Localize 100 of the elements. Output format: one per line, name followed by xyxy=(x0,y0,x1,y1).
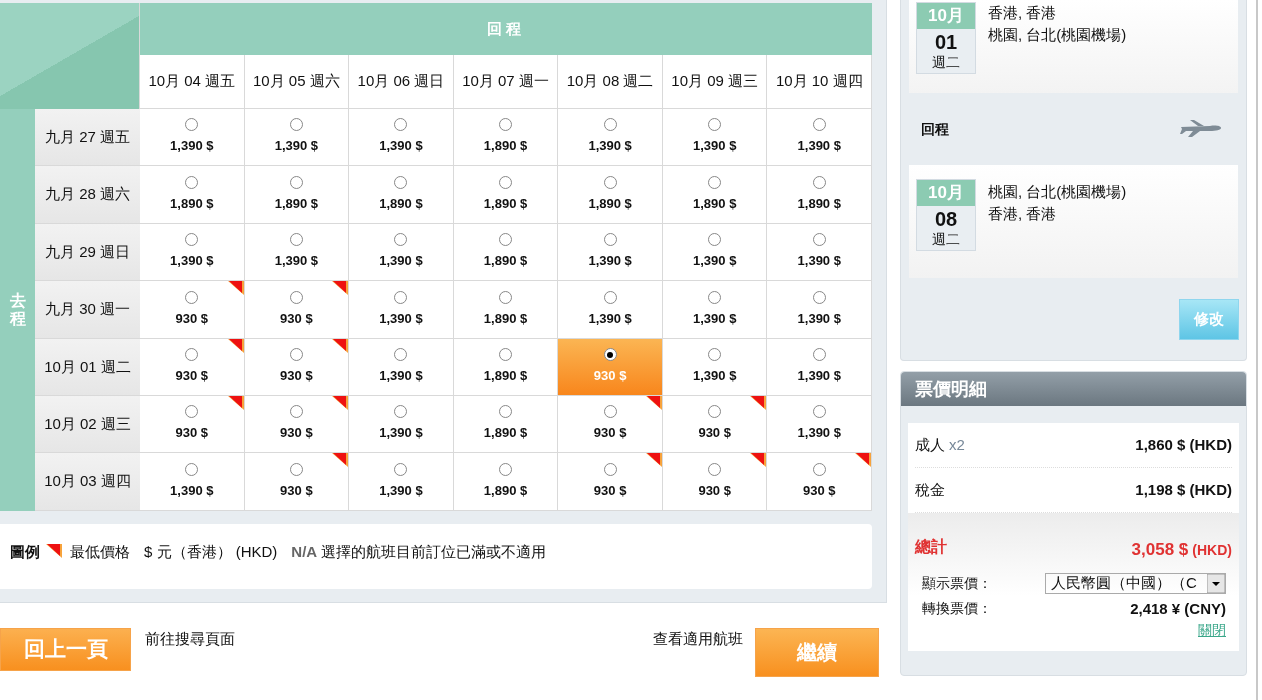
radio-button[interactable] xyxy=(185,290,199,304)
currency-select[interactable]: 人民幣圓（中國）（C xyxy=(1045,572,1226,594)
radio-button[interactable] xyxy=(812,233,826,247)
fare-cell[interactable]: 1,390 $ xyxy=(349,395,454,454)
radio-button[interactable] xyxy=(394,462,408,476)
radio-button[interactable] xyxy=(394,348,408,361)
fare-cell[interactable]: 1,390 $ xyxy=(767,223,873,282)
radio-button[interactable] xyxy=(185,462,199,476)
fare-cell[interactable]: 1,390 $ xyxy=(349,453,454,511)
radio-button[interactable] xyxy=(708,405,722,419)
fare-cell[interactable]: 1,390 $ xyxy=(662,338,768,396)
radio-button[interactable] xyxy=(812,290,826,304)
radio-button[interactable] xyxy=(708,118,722,132)
fare-cell[interactable]: 1,390 $ xyxy=(662,281,768,339)
fare-cell[interactable]: 930 $ xyxy=(244,453,350,511)
radio-button[interactable] xyxy=(289,462,303,476)
radio-button[interactable] xyxy=(812,462,826,476)
fare-cell[interactable]: 1,390 $ xyxy=(558,109,663,167)
fare-cell[interactable]: 1,890 $ xyxy=(767,166,873,224)
radio-button[interactable] xyxy=(708,233,722,247)
radio-button[interactable] xyxy=(499,233,512,247)
radio-button[interactable] xyxy=(603,118,617,132)
radio-button[interactable] xyxy=(708,175,722,189)
radio-button[interactable] xyxy=(812,118,826,132)
fare-cell[interactable]: 930 $ xyxy=(244,395,350,454)
radio-button[interactable] xyxy=(812,405,826,419)
fare-cell[interactable]: 1,390 $ xyxy=(349,109,454,167)
radio-button[interactable] xyxy=(603,233,617,247)
fare-cell[interactable]: 1,390 $ xyxy=(349,223,454,282)
fare-cell[interactable]: 1,390 $ xyxy=(767,395,873,454)
fare-cell[interactable]: 1,390 $ xyxy=(349,338,454,396)
radio-button[interactable] xyxy=(185,118,199,132)
fare-cell[interactable]: 1,890 $ xyxy=(453,281,559,339)
fare-cell[interactable]: 930 $ xyxy=(662,395,768,454)
radio-button[interactable] xyxy=(394,405,408,419)
fare-cell[interactable]: 930 $ xyxy=(244,338,350,396)
fare-cell[interactable]: 930 $ xyxy=(140,281,245,339)
fare-cell[interactable]: 1,390 $ xyxy=(558,281,663,339)
radio-button[interactable] xyxy=(499,290,512,304)
fare-cell[interactable]: 930 $ xyxy=(767,453,873,511)
radio-button[interactable] xyxy=(499,405,512,419)
radio-button[interactable] xyxy=(394,175,408,189)
radio-button[interactable] xyxy=(708,462,722,476)
fare-cell[interactable]: 1,390 $ xyxy=(244,109,350,167)
radio-button[interactable] xyxy=(603,462,617,476)
fare-cell[interactable]: 930 $ xyxy=(558,395,663,454)
radio-button[interactable] xyxy=(289,233,303,247)
fare-cell[interactable]: 1,390 $ xyxy=(767,109,873,167)
fare-cell[interactable]: 1,890 $ xyxy=(453,109,559,167)
radio-button[interactable] xyxy=(289,405,303,419)
fare-cell[interactable]: 1,390 $ xyxy=(558,223,663,282)
radio-button[interactable] xyxy=(185,348,199,361)
radio-button[interactable] xyxy=(603,348,617,361)
fare-cell[interactable]: 930 $ xyxy=(662,453,768,511)
radio-button[interactable] xyxy=(603,290,617,304)
lowest-price-flag-icon xyxy=(46,543,62,558)
fare-cell[interactable]: 1,390 $ xyxy=(662,109,768,167)
fare-cell[interactable]: 930 $ xyxy=(140,395,245,454)
radio-button[interactable] xyxy=(499,462,512,476)
fare-cell[interactable]: 1,890 $ xyxy=(244,166,350,224)
fare-cell[interactable]: 1,390 $ xyxy=(767,281,873,339)
radio-button[interactable] xyxy=(394,233,408,247)
fare-cell[interactable]: 1,890 $ xyxy=(453,395,559,454)
radio-button[interactable] xyxy=(603,405,617,419)
fare-cell[interactable]: 1,390 $ xyxy=(140,223,245,282)
radio-button[interactable] xyxy=(603,175,617,189)
fare-cell[interactable]: 1,890 $ xyxy=(558,166,663,224)
radio-button[interactable] xyxy=(499,118,512,132)
radio-button[interactable] xyxy=(708,348,722,361)
fare-cell[interactable]: 1,390 $ xyxy=(140,109,245,167)
fare-cell[interactable]: 1,390 $ xyxy=(349,281,454,339)
radio-button[interactable] xyxy=(708,290,722,304)
radio-button[interactable] xyxy=(185,175,199,189)
radio-button[interactable] xyxy=(185,405,199,419)
fare-cell[interactable]: 1,890 $ xyxy=(453,223,559,282)
radio-button[interactable] xyxy=(289,175,303,189)
radio-button[interactable] xyxy=(289,118,303,132)
fare-cell[interactable]: 1,390 $ xyxy=(767,338,873,396)
fare-cell[interactable]: 1,890 $ xyxy=(453,453,559,511)
fare-cell[interactable]: 1,890 $ xyxy=(453,338,559,396)
radio-button[interactable] xyxy=(394,118,408,132)
fare-cell[interactable]: 1,890 $ xyxy=(662,166,768,224)
dropdown-caret-icon xyxy=(1207,573,1225,593)
radio-button[interactable] xyxy=(499,175,512,189)
radio-button[interactable] xyxy=(812,348,826,361)
fare-cell[interactable]: 1,890 $ xyxy=(453,166,559,224)
fare-cell[interactable]: 1,390 $ xyxy=(140,453,245,511)
radio-button[interactable] xyxy=(394,290,408,304)
radio-button[interactable] xyxy=(812,175,826,189)
radio-button[interactable] xyxy=(499,348,512,361)
fare-cell[interactable]: 930 $ xyxy=(558,453,663,511)
radio-button[interactable] xyxy=(289,348,303,361)
fare-cell[interactable]: 1,890 $ xyxy=(349,166,454,224)
fare-cell[interactable]: 1,890 $ xyxy=(140,166,245,224)
radio-button[interactable] xyxy=(289,290,303,304)
fare-cell[interactable]: 930 $ xyxy=(244,281,350,339)
radio-button[interactable] xyxy=(185,233,199,247)
fare-cell[interactable]: 930 $ xyxy=(140,338,245,396)
fare-cell[interactable]: 1,390 $ xyxy=(662,223,768,282)
fare-cell[interactable]: 1,390 $ xyxy=(244,223,350,282)
